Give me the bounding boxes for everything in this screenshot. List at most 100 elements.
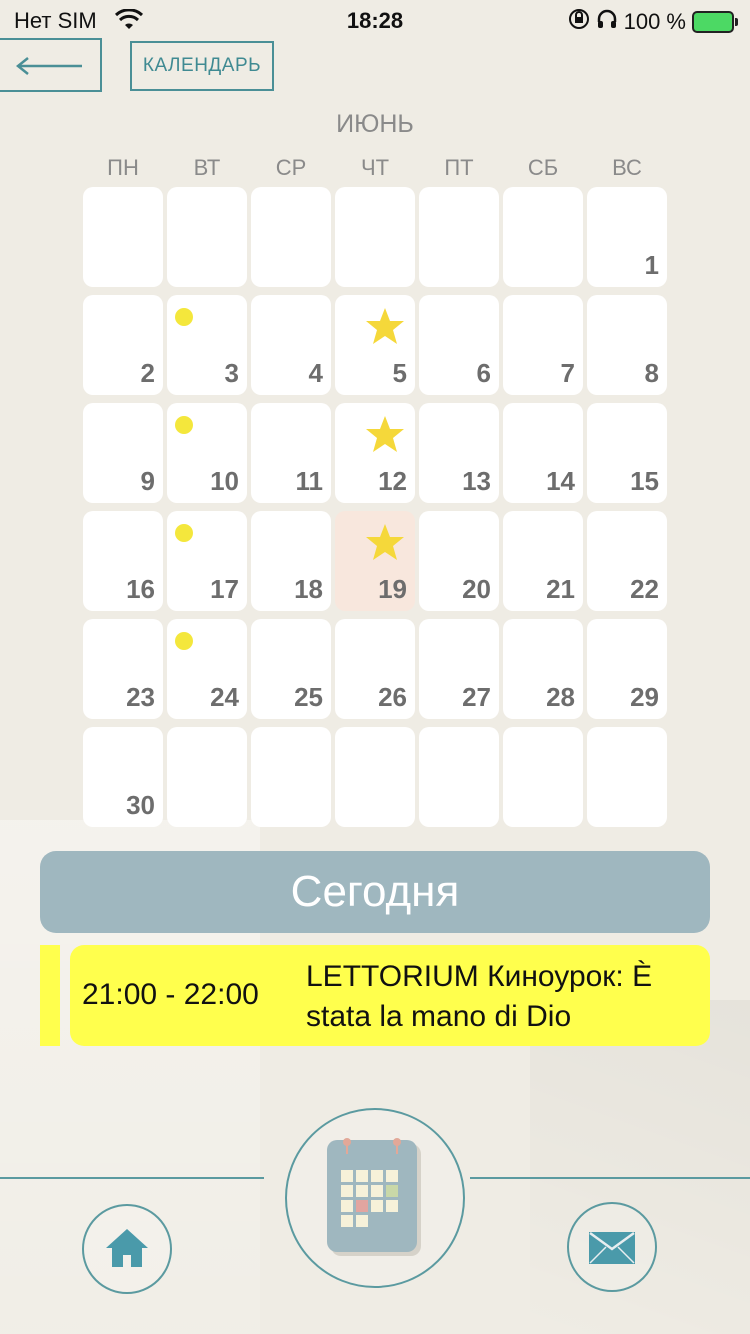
day-number: 12 <box>378 466 407 496</box>
day-number: 14 <box>546 466 575 496</box>
day-number: 3 <box>224 358 239 388</box>
day-number: 4 <box>308 358 323 388</box>
day-number: 9 <box>140 466 155 496</box>
headphones-icon <box>596 8 618 36</box>
day-number: 1 <box>644 250 659 280</box>
day-cell[interactable]: 22 <box>587 511 667 611</box>
empty-day-cell <box>335 727 415 827</box>
day-number: 7 <box>560 358 575 388</box>
day-number: 11 <box>295 466 324 496</box>
empty-day-cell <box>251 727 331 827</box>
event-time: 21:00 - 22:00 <box>82 978 259 1011</box>
day-cell[interactable]: 23 <box>83 619 163 719</box>
day-cell[interactable]: 19 <box>335 511 415 611</box>
event-dot-marker <box>175 416 193 434</box>
day-cell[interactable]: 15 <box>587 403 667 503</box>
day-number: 13 <box>462 466 491 496</box>
empty-day-cell <box>419 727 499 827</box>
event-accent <box>40 945 60 1046</box>
day-cell[interactable]: 2 <box>83 295 163 395</box>
day-cell[interactable]: 5 <box>335 295 415 395</box>
weekday-label: ПН <box>107 155 139 180</box>
arrow-left-icon <box>16 57 82 75</box>
empty-day-cell <box>251 187 331 287</box>
battery-icon <box>692 11 738 33</box>
day-cell[interactable]: 16 <box>83 511 163 611</box>
day-cell[interactable]: 18 <box>251 511 331 611</box>
weekday-label: ВТ <box>193 155 221 180</box>
day-number: 28 <box>546 682 575 712</box>
weekday-header: ПН ВТ СР ЧТ ПТ СБ ВС <box>83 155 671 185</box>
day-number: 2 <box>140 358 155 388</box>
day-cell[interactable]: 28 <box>503 619 583 719</box>
day-cell[interactable]: 12 <box>335 403 415 503</box>
day-number: 20 <box>462 574 491 604</box>
day-cell[interactable]: 7 <box>503 295 583 395</box>
calendar-nav-button[interactable] <box>285 1108 465 1288</box>
orientation-lock-icon <box>568 8 590 36</box>
weekday-label: СБ <box>527 155 559 180</box>
star-icon <box>366 308 404 344</box>
event-dot-marker <box>175 632 193 650</box>
day-number: 17 <box>210 574 239 604</box>
nav-divider <box>470 1177 750 1179</box>
day-cell[interactable]: 30 <box>83 727 163 827</box>
weekday-label: ВС <box>612 155 642 180</box>
day-number: 19 <box>378 574 407 604</box>
calendar-button[interactable]: КАЛЕНДАРЬ <box>130 41 274 91</box>
empty-day-cell <box>167 727 247 827</box>
empty-day-cell <box>83 187 163 287</box>
status-bar: Нет SIM 18:28 100 % <box>0 0 750 40</box>
day-number: 22 <box>630 574 659 604</box>
day-number: 5 <box>392 358 407 388</box>
day-number: 15 <box>630 466 659 496</box>
star-icon <box>366 524 404 560</box>
day-number: 23 <box>126 682 155 712</box>
day-cell[interactable]: 20 <box>419 511 499 611</box>
day-cell[interactable]: 21 <box>503 511 583 611</box>
empty-day-cell <box>167 187 247 287</box>
day-cell[interactable]: 10 <box>167 403 247 503</box>
day-number: 16 <box>126 574 155 604</box>
calendar-icon <box>327 1138 421 1256</box>
day-cell[interactable]: 24 <box>167 619 247 719</box>
event-title: LETTORIUM Киноурок: È stata la mano di D… <box>306 960 653 1033</box>
day-cell[interactable]: 25 <box>251 619 331 719</box>
day-number: 24 <box>210 682 239 712</box>
day-cell[interactable]: 1 <box>587 187 667 287</box>
day-number: 18 <box>294 574 323 604</box>
home-button[interactable] <box>82 1204 172 1294</box>
empty-day-cell <box>503 727 583 827</box>
day-cell[interactable]: 11 <box>251 403 331 503</box>
event-dot-marker <box>175 524 193 542</box>
weekday-label: СР <box>275 155 307 180</box>
nav-divider <box>0 1177 264 1179</box>
day-cell[interactable]: 14 <box>503 403 583 503</box>
day-number: 8 <box>644 358 659 388</box>
event-item[interactable]: 21:00 - 22:00 LETTORIUM Киноурок: È stat… <box>40 945 710 1046</box>
day-cell[interactable]: 8 <box>587 295 667 395</box>
weekday-label: ЧТ <box>360 155 390 180</box>
mail-icon <box>589 1231 635 1264</box>
day-cell[interactable]: 9 <box>83 403 163 503</box>
empty-day-cell <box>419 187 499 287</box>
day-cell[interactable]: 26 <box>335 619 415 719</box>
day-cell[interactable]: 27 <box>419 619 499 719</box>
empty-day-cell <box>335 187 415 287</box>
day-cell[interactable]: 17 <box>167 511 247 611</box>
day-cell[interactable]: 3 <box>167 295 247 395</box>
today-button[interactable]: Сегодня <box>40 851 710 933</box>
mail-button[interactable] <box>567 1202 657 1292</box>
day-cell[interactable]: 4 <box>251 295 331 395</box>
day-number: 6 <box>476 358 491 388</box>
event-dot-marker <box>175 308 193 326</box>
back-button[interactable] <box>0 38 102 92</box>
day-number: 30 <box>126 790 155 820</box>
day-cell[interactable]: 6 <box>419 295 499 395</box>
empty-day-cell <box>503 187 583 287</box>
event-card[interactable]: 21:00 - 22:00 LETTORIUM Киноурок: È stat… <box>70 945 710 1046</box>
weekday-label: ПТ <box>444 155 474 180</box>
day-cell[interactable]: 13 <box>419 403 499 503</box>
home-icon <box>106 1229 148 1267</box>
day-cell[interactable]: 29 <box>587 619 667 719</box>
